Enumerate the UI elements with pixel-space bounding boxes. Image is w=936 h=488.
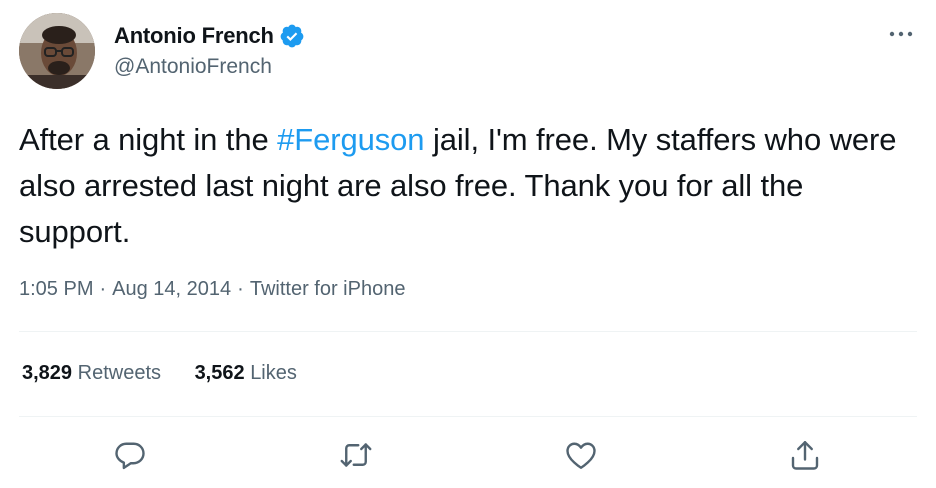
author-handle[interactable]: @AntonioFrench <box>114 55 272 79</box>
tweet-meta: 1:05 PM · Aug 14, 2014 · Twitter for iPhone <box>19 278 405 301</box>
share-icon[interactable] <box>787 437 823 473</box>
likes-stat[interactable]: 3,562 Likes <box>195 362 297 384</box>
divider <box>19 416 917 417</box>
tweet-time[interactable]: 1:05 PM <box>19 278 93 300</box>
tweet-date[interactable]: Aug 14, 2014 <box>112 278 231 300</box>
retweets-stat[interactable]: 3,829 Retweets <box>22 362 161 384</box>
meta-separator: · <box>99 278 107 300</box>
verified-badge-icon <box>279 23 305 49</box>
engagement-stats: 3,829 Retweets 3,562 Likes <box>22 362 325 385</box>
retweet-icon[interactable] <box>338 437 374 473</box>
more-options-icon[interactable] <box>888 24 914 44</box>
tweet-source[interactable]: Twitter for iPhone <box>250 278 406 300</box>
likes-count: 3,562 <box>194 362 245 384</box>
meta-separator: · <box>237 278 244 300</box>
retweets-label: Retweets <box>77 362 161 384</box>
author-name-row: Antonio French <box>114 21 305 51</box>
divider <box>19 331 917 332</box>
hashtag-link[interactable]: #Ferguson <box>277 122 424 157</box>
tweet-text: After a night in the #Ferguson jail, I'm… <box>19 117 919 255</box>
retweets-count: 3,829 <box>22 362 73 384</box>
author-display-name[interactable]: Antonio French <box>114 23 274 49</box>
likes-label: Likes <box>250 362 297 384</box>
reply-icon[interactable] <box>112 437 148 473</box>
like-icon[interactable] <box>563 437 599 473</box>
tweet-text-before: After a night in the <box>19 122 278 157</box>
avatar[interactable] <box>19 13 95 89</box>
tweet-card: Antonio French @AntonioFrench After a ni… <box>0 0 936 488</box>
